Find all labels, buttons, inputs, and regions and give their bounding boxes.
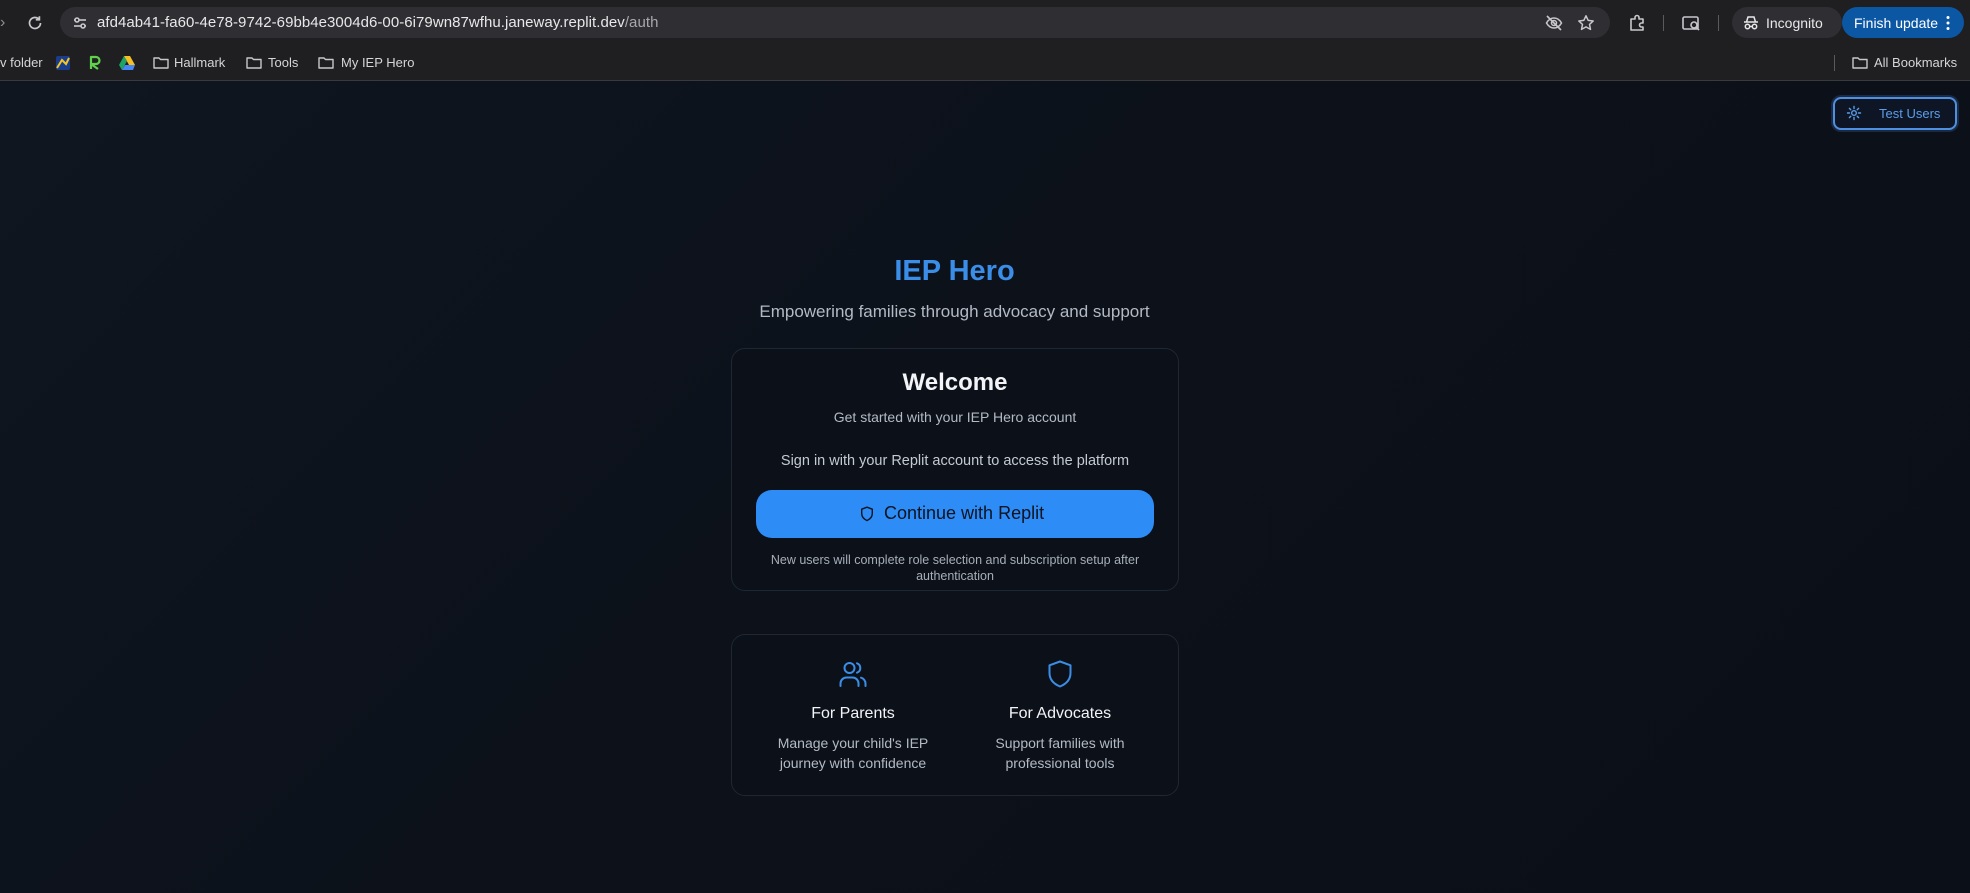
eye-off-icon[interactable] <box>1544 13 1564 33</box>
incognito-label: Incognito <box>1766 15 1823 31</box>
toolbar-divider <box>1718 15 1719 31</box>
feature-advocates: For Advocates Support families with prof… <box>960 635 1160 795</box>
url-host: afd4ab41-fa60-4e78-9742-69bb4e3004d6-00-… <box>97 14 625 31</box>
sign-in-instruction: Sign in with your Replit account to acce… <box>780 453 1130 469</box>
users-icon <box>839 662 867 687</box>
folder-icon <box>318 57 334 69</box>
finish-update-button[interactable]: Finish update <box>1842 7 1964 38</box>
gear-icon <box>1846 105 1862 121</box>
welcome-subtitle: Get started with your IEP Hero account <box>833 409 1077 425</box>
bookmark-partial-folder[interactable]: v folder <box>0 54 43 72</box>
url-path: /auth <box>624 14 659 31</box>
test-users-label: Test Users <box>1879 106 1941 121</box>
test-users-button[interactable]: Test Users <box>1833 97 1957 130</box>
feature-parents-description: Manage your child's IEP journey with con… <box>777 735 929 771</box>
continue-with-replit-label: Continue with Replit <box>884 503 1045 523</box>
forward-arrow-icon[interactable]: › <box>0 13 10 33</box>
url-text[interactable]: afd4ab41-fa60-4e78-9742-69bb4e3004d6-00-… <box>97 14 658 31</box>
more-vert-icon <box>1946 16 1950 30</box>
feature-parents: For Parents Manage your child's IEP jour… <box>753 635 953 795</box>
address-bar[interactable]: afd4ab41-fa60-4e78-9742-69bb4e3004d6-00-… <box>60 7 1610 38</box>
incognito-indicator[interactable]: Incognito <box>1732 7 1842 38</box>
feature-parents-title: For Parents <box>811 705 895 722</box>
auth-page: Test Users IEP Hero Empowering families … <box>0 81 1970 893</box>
google-drive-icon[interactable] <box>118 54 136 72</box>
tab-search-icon[interactable] <box>1680 12 1702 34</box>
brand-tagline: Empowering families through advocacy and… <box>759 302 1150 321</box>
extensions-icon[interactable] <box>1626 12 1648 34</box>
site-info-icon[interactable] <box>70 13 90 33</box>
welcome-card: Welcome Get started with your IEP Hero a… <box>731 348 1179 591</box>
star-icon[interactable] <box>1576 13 1596 33</box>
bookmark-favicon-chart-icon[interactable] <box>54 54 72 72</box>
bookmarks-bar: v folder Hallmark Tools My IEP Hero All … <box>0 46 1970 81</box>
all-bookmarks[interactable]: All Bookmarks <box>1874 54 1957 72</box>
bookmark-favicon-r-icon[interactable] <box>86 54 104 72</box>
continue-with-replit-button[interactable]: Continue with Replit <box>756 490 1154 538</box>
bookmarks-divider <box>1834 55 1835 71</box>
folder-icon <box>246 57 262 69</box>
toolbar-divider <box>1663 15 1664 31</box>
folder-icon <box>1852 57 1868 69</box>
finish-update-label: Finish update <box>1854 15 1939 31</box>
reload-icon[interactable] <box>24 12 46 34</box>
folder-icon <box>153 57 169 69</box>
welcome-title: Welcome <box>902 369 1008 396</box>
incognito-icon <box>1744 16 1758 30</box>
features-card: For Parents Manage your child's IEP jour… <box>731 634 1179 796</box>
feature-advocates-description: Support families with professional tools <box>995 735 1125 771</box>
shield-icon <box>861 506 873 522</box>
bookmark-folder-my-iep-hero[interactable]: My IEP Hero <box>341 54 414 72</box>
brand-title: IEP Hero <box>894 255 1015 287</box>
browser-toolbar: › afd4ab41-fa60-4e78-9742-69bb4e3004d6-0… <box>0 0 1970 46</box>
bookmark-folder-tools[interactable]: Tools <box>268 54 298 72</box>
shield-icon <box>1048 660 1072 688</box>
bookmark-folder-hallmark[interactable]: Hallmark <box>174 54 225 72</box>
feature-advocates-title: For Advocates <box>1008 705 1112 722</box>
new-users-note: New users will complete role selection a… <box>770 553 1140 583</box>
